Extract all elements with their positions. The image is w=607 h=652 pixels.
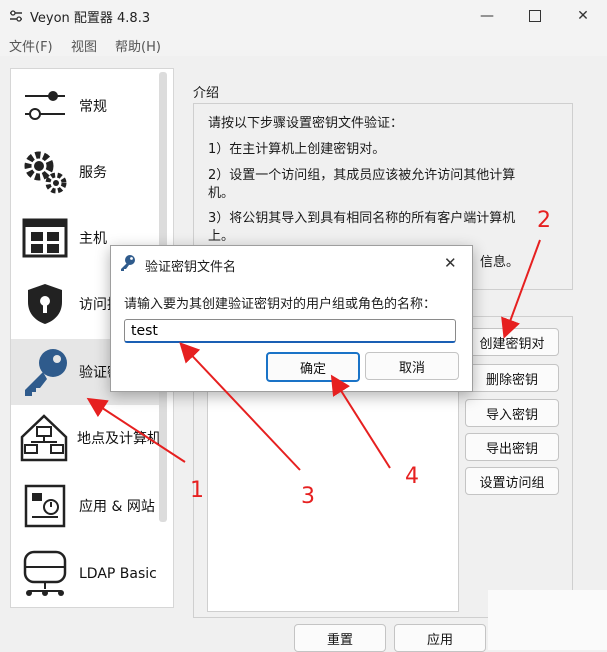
corner-area bbox=[488, 590, 607, 650]
annotation-arrow-3 bbox=[179, 342, 301, 471]
annotation-number-4: 4 bbox=[405, 464, 419, 489]
annotation-arrow-4 bbox=[330, 374, 391, 469]
annotation-number-1: 1 bbox=[190, 478, 204, 503]
annotation-arrow-1 bbox=[86, 397, 186, 463]
annotation-arrow-2 bbox=[501, 239, 541, 339]
annotation-number-3: 3 bbox=[301, 484, 315, 509]
annotation-overlay bbox=[86, 239, 541, 471]
annotation-number-2: 2 bbox=[537, 208, 551, 233]
